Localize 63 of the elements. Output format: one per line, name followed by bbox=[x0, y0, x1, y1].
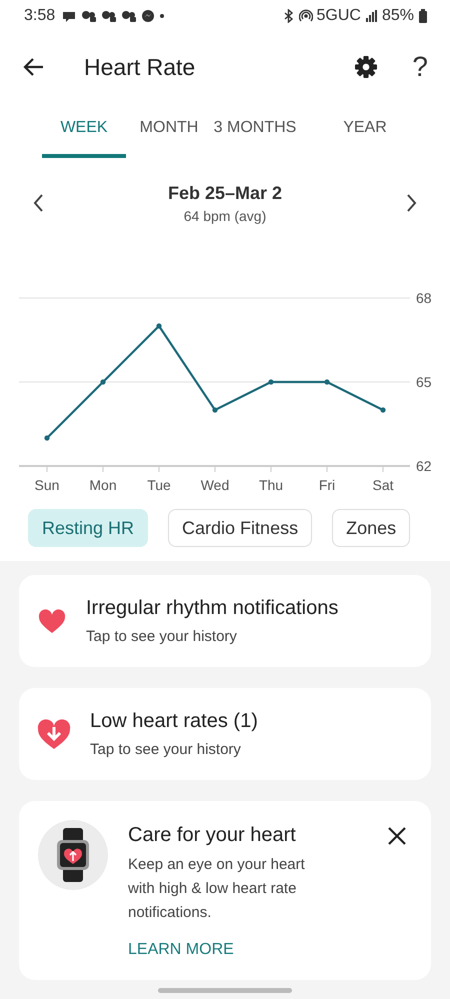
data-point bbox=[380, 407, 386, 413]
chevron-right-icon[interactable] bbox=[405, 193, 418, 213]
x-tick-label: Thu bbox=[258, 477, 284, 493]
promo-title: Care for your heart bbox=[128, 824, 297, 847]
data-point bbox=[268, 379, 274, 385]
x-tick-label: Sun bbox=[34, 477, 60, 493]
x-tick bbox=[382, 466, 384, 472]
chat-icon bbox=[61, 9, 78, 23]
x-tick bbox=[270, 466, 272, 472]
card-title: Low heart rates (1) bbox=[90, 710, 258, 733]
data-point bbox=[324, 379, 330, 385]
x-tick-label: Mon bbox=[89, 477, 117, 493]
card-subtitle: Tap to see your history bbox=[86, 628, 238, 645]
smartwatch-heart-illustration bbox=[38, 820, 108, 890]
battery-icon bbox=[418, 9, 428, 23]
card-subtitle: Tap to see your history bbox=[90, 741, 242, 758]
period-tab[interactable]: WEEK bbox=[42, 102, 126, 158]
history-card[interactable]: Irregular rhythm notifications Tap to see your history bbox=[19, 575, 431, 667]
x-tick-label: Wed bbox=[200, 477, 230, 493]
chevron-left-icon[interactable] bbox=[32, 193, 45, 213]
data-point bbox=[156, 323, 162, 329]
signal-icon bbox=[364, 9, 378, 23]
heart-down-arrow-icon bbox=[37, 718, 71, 750]
heart-icon bbox=[38, 608, 66, 634]
data-point bbox=[100, 379, 106, 385]
app-notification-icon bbox=[81, 9, 98, 23]
x-tick-label: Sat bbox=[372, 477, 394, 493]
date-range: Feb 25–Mar 2 bbox=[166, 182, 284, 204]
x-tick bbox=[158, 466, 160, 472]
x-tick bbox=[214, 466, 216, 472]
promo-body: Keep an eye on your heart with high & low heart rate notifications. bbox=[128, 855, 306, 923]
metric-chip[interactable]: Zones bbox=[332, 509, 410, 547]
period-tab[interactable]: YEAR bbox=[298, 102, 432, 158]
period-tab[interactable]: 3 MONTHS bbox=[212, 102, 298, 158]
data-point bbox=[44, 435, 50, 441]
hotspot-icon bbox=[298, 9, 313, 23]
x-tick bbox=[102, 466, 104, 472]
metric-chip[interactable]: Resting HR bbox=[28, 509, 148, 547]
app-notification-icon bbox=[121, 9, 138, 23]
x-tick bbox=[46, 466, 48, 472]
clock-time: 3:58 bbox=[24, 7, 56, 25]
settings-icon[interactable] bbox=[354, 55, 378, 79]
metric-chip[interactable]: Cardio Fitness bbox=[168, 509, 312, 547]
battery-percent: 85% bbox=[382, 7, 414, 25]
help-button[interactable]: ? bbox=[410, 51, 430, 83]
app-notification-icon bbox=[101, 9, 118, 23]
learn-more-link[interactable]: LEARN MORE bbox=[128, 941, 234, 959]
data-point bbox=[212, 407, 218, 413]
y-tick-label: 65 bbox=[416, 374, 432, 390]
more-notifications-icon bbox=[159, 13, 166, 19]
x-tick bbox=[326, 466, 328, 472]
network-label: 5GUC bbox=[316, 7, 361, 25]
y-tick-label: 62 bbox=[416, 458, 432, 474]
x-tick-label: Fri bbox=[318, 477, 336, 493]
average-bpm: 64 bpm (avg) bbox=[182, 208, 268, 224]
card-title: Irregular rhythm notifications bbox=[86, 597, 338, 620]
x-tick-label: Tue bbox=[147, 477, 171, 493]
history-card[interactable]: Low heart rates (1) Tap to see your history bbox=[19, 688, 431, 780]
y-tick-label: 68 bbox=[416, 290, 432, 306]
close-icon[interactable] bbox=[387, 826, 407, 846]
period-tab[interactable]: MONTH bbox=[126, 102, 212, 158]
screen-title: Heart Rate bbox=[84, 54, 196, 80]
messenger-icon bbox=[141, 9, 156, 23]
